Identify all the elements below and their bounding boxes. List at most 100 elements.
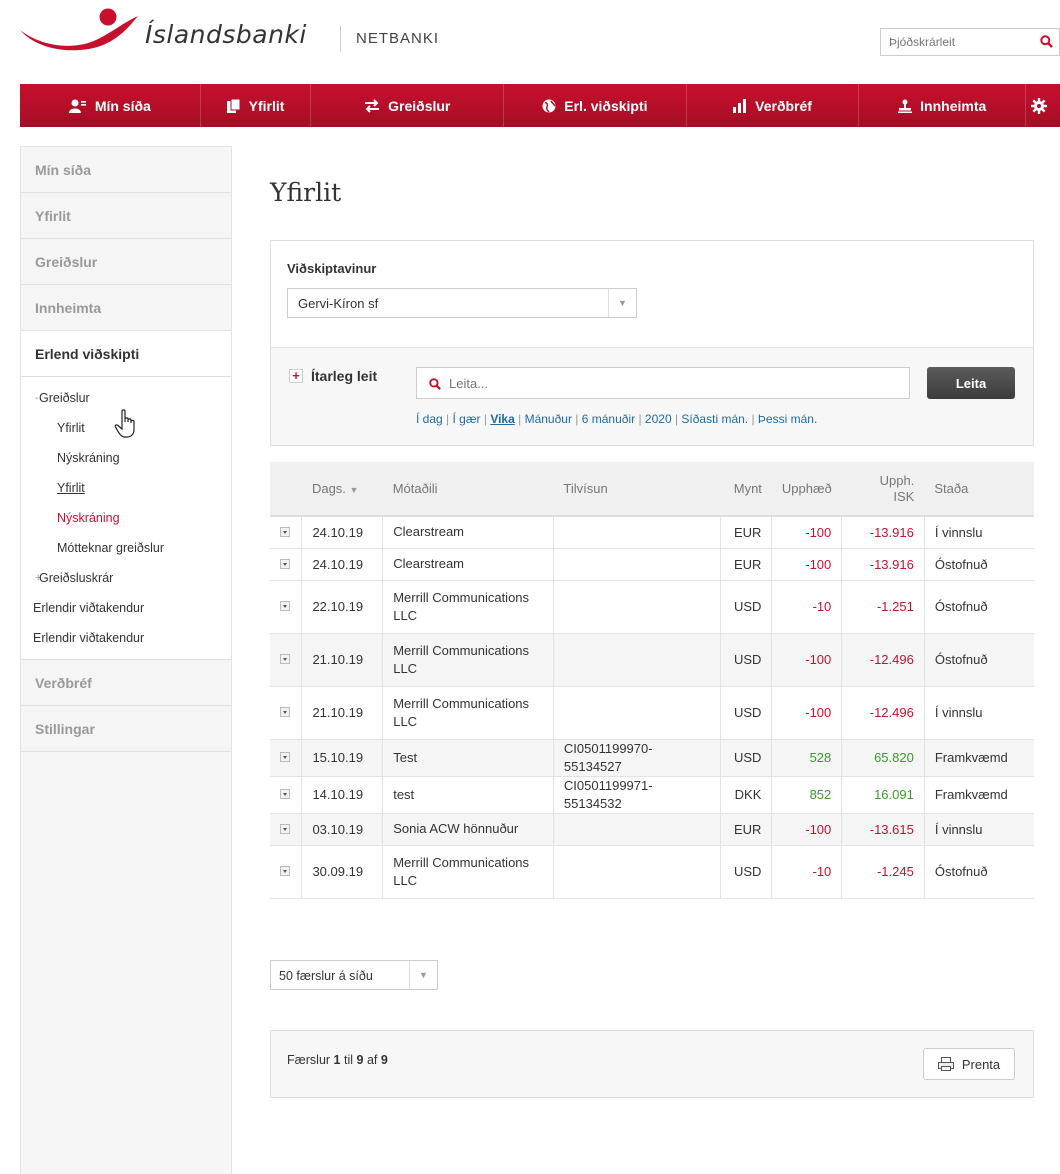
search-icon[interactable] [1040,35,1053,51]
cell-date: 03.10.19 [301,813,384,846]
header-currency[interactable]: Mynt [720,462,772,517]
sidebar-item-innheimta[interactable]: Innheimta [21,285,231,331]
subnav-nyskraning-highlight[interactable]: Nýskráning [21,503,231,533]
row-toggle[interactable] [270,516,303,549]
cell-amount: -10 [771,845,843,899]
table-row[interactable]: 30.09.19 Merrill Communications LLC USD -10… [270,845,1034,899]
cell-status: Í vinnslu [924,813,1034,846]
table-row[interactable]: 15.10.19 Test CI0501199970-55134527 USD 528 6… [270,739,1034,777]
row-toggle[interactable] [270,686,303,740]
cell-reference [553,548,721,581]
natreg-search-input[interactable] [881,29,1021,55]
table-row[interactable]: 21.10.19 Merrill Communications LLC USD -10… [270,686,1034,740]
header-payee[interactable]: Mótaðili [382,462,554,517]
table-row[interactable]: 03.10.19 Sonia ACW hönnuður EUR -100 -13.615… [270,813,1034,846]
cell-reference [553,813,721,846]
header-amount[interactable]: Upphæð [771,462,842,517]
subnav-mottekar-greidslur[interactable]: Mótteknar greiðslur [21,533,231,563]
subnav-erlendir-vidtakendur[interactable]: Erlendir viðtakendur [21,623,231,653]
table-row[interactable]: 14.10.19 test CI0501199971-55134532 DKK 852 1… [270,776,1034,814]
table-row[interactable]: 21.10.19 Merrill Communications LLC USD -10… [270,633,1034,687]
sidebar-item-stillingar[interactable]: Stillingar [21,706,231,752]
row-toggle[interactable] [270,739,303,777]
row-toggle[interactable] [270,580,303,634]
sidebar-item-min-sida[interactable]: Mín síða [21,147,231,193]
filter-last-month[interactable]: Síðasti mán. [681,412,748,426]
expand-row-icon [280,558,290,569]
row-toggle[interactable] [270,776,303,814]
table-row[interactable]: 24.10.19 Clearstream EUR -100 -13.916 Óstofnu… [270,548,1034,581]
search-input[interactable] [449,368,899,398]
subnav-greidsluskrar[interactable]: + Greiðsluskrár [21,563,231,593]
cell-payee: Merrill Communications LLC [382,686,554,740]
nav-label: Yfirlit [248,97,285,114]
cell-reference [553,580,721,634]
cell-status: Í vinnslu [924,516,1034,549]
nav-erl-vidskipti[interactable]: Erl. viðskipti [504,84,686,127]
cell-currency: DKK [720,776,773,814]
table-row[interactable]: 24.10.19 Clearstream EUR -100 -13.916 Í vinns… [270,516,1034,549]
nav-label: Erl. viðskipti [564,97,648,114]
cell-amount: -100 [771,813,843,846]
globe-icon [542,99,556,113]
page-title: Yfirlit [270,178,342,207]
quick-filters: Í dag | Í gær | Vika | Mánuður | 6 mánuð… [416,412,818,426]
sidebar-item-erlend-vidskipti[interactable]: Erlend viðskipti [21,331,231,377]
cell-status: Í vinnslu [924,686,1034,740]
customer-select[interactable]: Gervi-Kíron sf ▼ [287,288,637,318]
row-toggle[interactable] [270,633,303,687]
search-button[interactable]: Leita [927,367,1015,399]
plus-icon: + [289,369,303,383]
filter-yesterday[interactable]: Í gær [453,412,481,426]
header-reference[interactable]: Tilvísun [553,462,720,517]
cell-payee: Merrill Communications LLC [382,580,554,634]
filter-month[interactable]: Mánuður [525,412,572,426]
filter-6-months[interactable]: 6 mánuðir [582,412,635,426]
cell-amount-isk: -13.615 [841,813,925,846]
sidebar-item-yfirlit[interactable]: Yfirlit [21,193,231,239]
header-divider [340,26,341,52]
subnav-label: Yfirlit [57,421,85,435]
advanced-search-toggle[interactable]: + Ítarleg leit [289,368,377,384]
cell-amount-isk: 65.820 [841,739,925,777]
sidebar-item-verdbref[interactable]: Verðbréf [21,660,231,706]
filter-week[interactable]: Vika [490,412,514,426]
print-button[interactable]: Prenta [923,1048,1015,1080]
filter-this-month[interactable]: Þessi mán. [758,412,817,426]
row-toggle[interactable] [270,813,303,846]
search-area: + Ítarleg leit Leita Í dag | Í gær | Vik… [271,347,1033,445]
filter-2020[interactable]: 2020 [645,412,672,426]
nav-label: Greiðslur [388,97,451,114]
filter-today[interactable]: Í dag [416,412,443,426]
cell-payee: Clearstream [382,516,554,549]
per-page-select[interactable]: 50 færslur á síðu ▼ [270,960,438,990]
header-amount-isk[interactable]: Upph. ISK [841,462,925,517]
sidebar-item-greidslur[interactable]: Greiðslur [21,239,231,285]
nav-settings[interactable] [1026,84,1060,127]
nav-greidslur[interactable]: Greiðslur [311,84,503,127]
cell-date: 22.10.19 [301,580,384,634]
print-label: Prenta [961,1056,1001,1072]
subnav-yfirlit-current[interactable]: Yfirlit [21,473,231,503]
cell-status: Óstofnuð [924,580,1034,634]
header-status[interactable]: Staða [924,462,1034,517]
row-toggle[interactable] [270,548,303,581]
cell-payee: Merrill Communications LLC [382,845,554,899]
stamp-icon [898,99,913,113]
nav-label: Mín síða [94,97,151,114]
nav-yfirlit[interactable]: Yfirlit [201,84,311,127]
subnav-erlendir-vidtakendur[interactable]: Erlendir viðtakendur [21,593,231,623]
gear-icon [1031,97,1048,114]
nav-innheimta[interactable]: Innheimta [859,84,1025,127]
cell-amount-isk: -12.496 [841,686,925,740]
logo-swoosh-icon [20,8,138,51]
row-toggle[interactable] [270,845,303,899]
nav-verdbref[interactable]: Verðbréf [687,84,859,127]
header-date[interactable]: Dags. ▼ [301,462,383,517]
cell-amount-isk: -12.496 [841,633,925,687]
cell-amount-isk: -13.916 [841,516,925,549]
table-row[interactable]: 22.10.19 Merrill Communications LLC USD -10… [270,580,1034,634]
subnav-nyskraning[interactable]: Nýskráning [21,443,231,473]
nav-min-sida[interactable]: Mín síða [20,84,200,127]
per-page-value: 50 færslur á síðu [279,969,373,983]
